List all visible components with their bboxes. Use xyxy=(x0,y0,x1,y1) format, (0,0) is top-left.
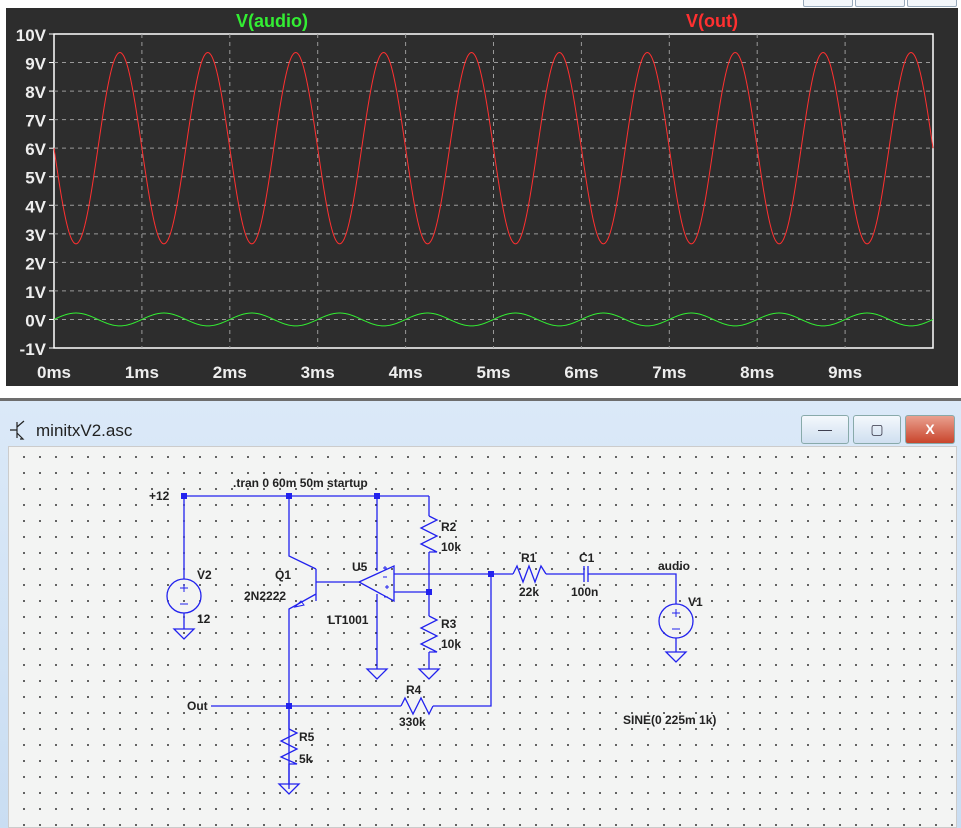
transistor-app-icon xyxy=(10,420,25,440)
waveform-window: 0ms 1ms 2ms 3ms 4ms 5ms 6ms 7ms 8ms 9ms 10V 9V 8V 7V 6… xyxy=(6,8,958,386)
r4-value[interactable]: 330k xyxy=(399,715,426,729)
y-tick-label: 6V xyxy=(25,140,46,159)
tran-directive[interactable]: .tran 0 60m 50m startup xyxy=(233,476,368,490)
net-label-audio[interactable]: audio xyxy=(658,559,690,573)
x-tick-label: 8ms xyxy=(740,363,774,382)
x-tick-label: 9ms xyxy=(828,363,862,382)
ground-icon xyxy=(365,668,389,680)
c1-name[interactable]: C1 xyxy=(579,551,595,565)
x-tick-label: 5ms xyxy=(476,363,510,382)
y-tick-label: 10V xyxy=(16,26,47,45)
series-line-vout xyxy=(53,52,934,245)
x-tick-label: 2ms xyxy=(213,363,247,382)
r3-value[interactable]: 10k xyxy=(441,637,461,651)
x-tick-label: 7ms xyxy=(652,363,686,382)
net-label-vcc[interactable]: +12 xyxy=(149,489,170,503)
r2-name[interactable]: R2 xyxy=(441,520,457,534)
y-tick-label: 1V xyxy=(25,283,46,302)
capacitor-c1 xyxy=(583,566,589,582)
resistor-r4 xyxy=(400,696,434,716)
top-window-button[interactable] xyxy=(907,0,957,7)
y-tick-label: 2V xyxy=(25,254,46,273)
top-window-button[interactable] xyxy=(803,0,853,7)
y-tick-label: 5V xyxy=(25,169,46,188)
legend-label: V(out) xyxy=(686,11,738,31)
resistor-r2 xyxy=(419,515,439,553)
q1-name[interactable]: Q1 xyxy=(275,568,291,582)
v1-name[interactable]: V1 xyxy=(688,595,703,609)
close-button[interactable]: X xyxy=(905,415,955,444)
r1-value[interactable]: 22k xyxy=(519,585,539,599)
schematic-drawing: .tran 0 60m 50m startup +12 Out audio V2… xyxy=(149,476,716,795)
r4-name[interactable]: R4 xyxy=(406,683,422,697)
wire xyxy=(211,574,492,784)
schematic-canvas[interactable]: .tran 0 60m 50m startup +12 Out audio V2… xyxy=(8,446,957,828)
ground-icon xyxy=(172,628,196,640)
waveform-plot[interactable]: 0ms 1ms 2ms 3ms 4ms 5ms 6ms 7ms 8ms 9ms 10V 9V 8V 7V 6… xyxy=(6,8,958,386)
v1-value[interactable]: SINE(0 225m 1k) xyxy=(623,713,716,727)
q1-value[interactable]: 2N2222 xyxy=(244,589,286,603)
maximize-button[interactable]: ▢ xyxy=(853,415,901,444)
v2-value[interactable]: 12 xyxy=(197,612,211,626)
y-tick-label: -1V xyxy=(20,340,47,359)
wire xyxy=(183,495,429,789)
u5-value[interactable]: LT1001 xyxy=(328,613,369,627)
ground-icon xyxy=(664,651,688,663)
top-window-button[interactable] xyxy=(855,0,905,7)
x-tick-label: 0ms xyxy=(37,363,71,382)
y-tick-label: 4V xyxy=(25,197,46,216)
r5-value[interactable]: 5k xyxy=(299,752,313,766)
r3-name[interactable]: R3 xyxy=(441,617,457,631)
r5-name[interactable]: R5 xyxy=(299,730,315,744)
x-tick-label: 4ms xyxy=(389,363,423,382)
schematic-window: minitxV2.asc — ▢ X .tran 0 60m 50m start… xyxy=(0,398,961,828)
y-tick-label: 3V xyxy=(25,226,46,245)
c1-value[interactable]: 100n xyxy=(571,585,598,599)
y-tick-label: 7V xyxy=(25,112,46,131)
x-tick-label: 6ms xyxy=(564,363,598,382)
r1-name[interactable]: R1 xyxy=(521,551,537,565)
y-tick-label: 8V xyxy=(25,83,46,102)
window-title: minitxV2.asc xyxy=(36,421,133,440)
u5-name[interactable]: U5 xyxy=(352,560,368,574)
net-label-out[interactable]: Out xyxy=(187,699,208,713)
y-tick-label: 9V xyxy=(25,55,46,74)
ground-icon xyxy=(417,668,441,680)
x-tick-label: 1ms xyxy=(125,363,159,382)
resistor-r3 xyxy=(419,615,439,653)
legend-label: V(audio) xyxy=(236,11,308,31)
x-tick-label: 3ms xyxy=(301,363,335,382)
r2-value[interactable]: 10k xyxy=(441,540,461,554)
y-tick-label: 0V xyxy=(25,311,46,330)
v2-name[interactable]: V2 xyxy=(197,568,212,582)
resistor-r1 xyxy=(512,564,547,584)
minimize-button[interactable]: — xyxy=(801,415,849,444)
